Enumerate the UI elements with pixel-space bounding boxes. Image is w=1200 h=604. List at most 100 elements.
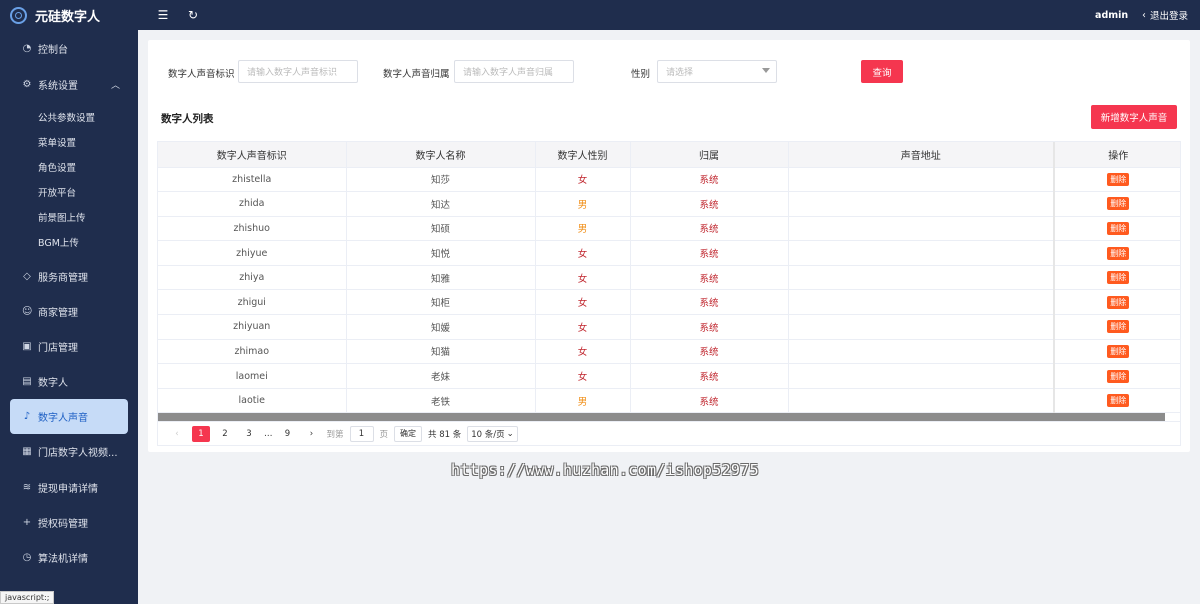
query-button[interactable]: 查询 <box>861 60 903 83</box>
sidebar-subitem-roles[interactable]: 角色设置 <box>0 156 138 178</box>
cell-owner: 系统 <box>630 191 789 217</box>
sidebar-item-stores[interactable]: ▣ 门店管理 <box>0 332 138 360</box>
delete-button[interactable]: 删除 <box>1107 394 1130 408</box>
cell-gender: 女 <box>535 314 631 340</box>
delete-button[interactable]: 删除 <box>1107 369 1130 383</box>
sidebar-item-dashboard[interactable]: ◔ 控制台 <box>0 34 138 62</box>
cell-id: laotie <box>158 388 347 414</box>
page-button-3[interactable]: 3 <box>240 426 258 442</box>
cell-url <box>788 216 1055 242</box>
chevron-down-icon: ⌄ <box>506 428 514 439</box>
sidebar-item-label: 商家管理 <box>38 307 78 319</box>
sidebar-subitem-bgm-upload[interactable]: BGM上传 <box>0 231 138 253</box>
browser-status-bar: javascript:; <box>0 591 55 604</box>
cell-name: 知硕 <box>346 216 536 242</box>
cell-name: 知雅 <box>346 265 536 291</box>
chevron-up-icon: ︿ <box>110 80 120 91</box>
table-row: zhiya 知雅 女 系统 删除 <box>158 265 1180 291</box>
cell-name: 知悦 <box>346 240 536 266</box>
next-page-icon[interactable]: › <box>303 426 321 442</box>
cell-id: zhiyue <box>158 240 347 266</box>
gender-select[interactable]: 请选择 <box>657 60 777 83</box>
page-button-2[interactable]: 2 <box>216 426 234 442</box>
diamond-icon: ◇ <box>23 270 31 282</box>
logout-button[interactable]: ‹ 退出登录 <box>1142 8 1188 23</box>
gender-filter-label: 性别 <box>631 69 651 80</box>
sidebar-item-label: 数字人声音 <box>38 413 88 424</box>
cell-url <box>788 167 1055 193</box>
cell-owner: 系统 <box>630 289 789 316</box>
sidebar-item-merchants[interactable]: ☺ 商家管理 <box>0 297 138 325</box>
table-row: zhigui 知柜 女 系统 删除 <box>158 289 1180 316</box>
horizontal-scrollbar[interactable] <box>158 413 1165 421</box>
delete-button[interactable]: 删除 <box>1107 221 1130 235</box>
sidebar-item-algorithm-machines[interactable]: ◷ 算法机详情 <box>0 543 138 571</box>
cell-gender: 女 <box>535 339 631 365</box>
add-voice-button[interactable]: 新增数字人声音 <box>1091 105 1177 129</box>
smile-icon: ☺ <box>22 305 33 317</box>
delete-button[interactable]: 删除 <box>1107 197 1130 211</box>
cell-id: zhigui <box>158 289 347 316</box>
sidebar-item-label: 数字人 <box>38 377 68 389</box>
sidebar-subitem-foreground-upload[interactable]: 前景图上传 <box>0 206 138 228</box>
cell-url <box>788 265 1055 291</box>
cell-gender: 男 <box>535 216 631 242</box>
app-logo[interactable]: 元硅数字人 <box>0 0 138 30</box>
delete-button[interactable]: 删除 <box>1107 246 1130 260</box>
delete-button[interactable]: 删除 <box>1107 320 1130 334</box>
table-row: zhishuo 知硕 男 系统 删除 <box>158 216 1180 242</box>
page-button-1[interactable]: 1 <box>192 425 210 442</box>
sidebar-item-label: 门店管理 <box>38 342 78 354</box>
goto-page-input[interactable]: 1 <box>349 425 374 442</box>
sidebar-subitem-menu[interactable]: 菜单设置 <box>0 131 138 153</box>
cell-id: zhida <box>158 191 347 217</box>
cell-name: 知媛 <box>346 314 536 340</box>
cell-owner: 系统 <box>630 216 789 242</box>
table-row: zhiyuan 知媛 女 系统 删除 <box>158 314 1180 340</box>
sidebar-item-digital-human[interactable]: ▤ 数字人 <box>0 367 138 395</box>
sidebar-item-withdrawals[interactable]: ≋ 提现申请详情 <box>0 473 138 501</box>
video-icon: ▦ <box>22 445 32 457</box>
prev-page-icon[interactable]: ‹ <box>168 426 186 442</box>
owner-filter-input[interactable]: 请输入数字人声音归属 <box>454 60 574 83</box>
sidebar-item-system-settings[interactable]: ⚙ 系统设置 ︿ <box>0 70 138 98</box>
sidebar-item-digital-voice[interactable]: ♪ 数字人声音 <box>10 399 128 434</box>
sidebar-item-store-videos[interactable]: ▦ 门店数字人视频... <box>0 437 138 465</box>
sidebar-item-auth-codes[interactable]: + 授权码管理 <box>0 508 138 536</box>
chevron-left-icon: ‹ <box>1142 9 1146 21</box>
page-unit-label: 页 <box>379 429 389 440</box>
cell-url <box>788 339 1055 365</box>
column-header: 数字人声音标识 <box>158 142 347 168</box>
cell-id: zhimao <box>158 339 347 365</box>
sidebar-item-label: 服务商管理 <box>38 272 88 284</box>
refresh-icon[interactable]: ↻ <box>186 8 200 22</box>
current-user[interactable]: admin <box>1095 10 1128 21</box>
id-filter-input[interactable]: 请输入数字人声音标识 <box>238 60 358 83</box>
delete-button[interactable]: 删除 <box>1107 271 1130 285</box>
goto-confirm-button[interactable]: 确定 <box>394 425 423 442</box>
delete-button[interactable]: 删除 <box>1107 172 1130 186</box>
cell-owner: 系统 <box>630 339 789 365</box>
sidebar-item-label: 授权码管理 <box>38 518 88 530</box>
sidebar-item-label: 提现申请详情 <box>38 483 98 495</box>
cell-name: 老妹 <box>346 363 536 389</box>
sidebar-subitem-public-params[interactable]: 公共参数设置 <box>0 106 138 128</box>
sidebar-item-providers[interactable]: ◇ 服务商管理 <box>0 262 138 290</box>
goto-label: 到第 <box>326 429 344 440</box>
page-size-select[interactable]: 10 条/页 ⌄ <box>467 425 518 442</box>
cell-gender: 女 <box>535 240 631 266</box>
table-row: laotie 老铁 男 系统 删除 <box>158 388 1180 414</box>
total-count: 共 81 条 <box>428 429 462 440</box>
cell-id: zhiya <box>158 265 347 291</box>
column-header: 声音地址 <box>788 142 1055 168</box>
filter-bar: 数字人声音标识 请输入数字人声音标识 数字人声音归属 请输入数字人声音归属 性别… <box>148 60 1190 84</box>
collapse-menu-icon[interactable]: ☰ <box>156 8 170 22</box>
delete-button[interactable]: 删除 <box>1107 344 1130 358</box>
page-button-9[interactable]: 9 <box>279 426 297 442</box>
sidebar-subitem-open-platform[interactable]: 开放平台 <box>0 181 138 203</box>
delete-button[interactable]: 删除 <box>1107 295 1130 309</box>
music-note-icon: ♪ <box>23 411 31 422</box>
column-header: 数字人性别 <box>535 142 631 168</box>
pagination: ‹ 1 2 3 … 9 › 到第 1 页 确定 共 81 条 10 条/页 ⌄ <box>157 422 1181 446</box>
caret-down-icon <box>762 68 770 73</box>
